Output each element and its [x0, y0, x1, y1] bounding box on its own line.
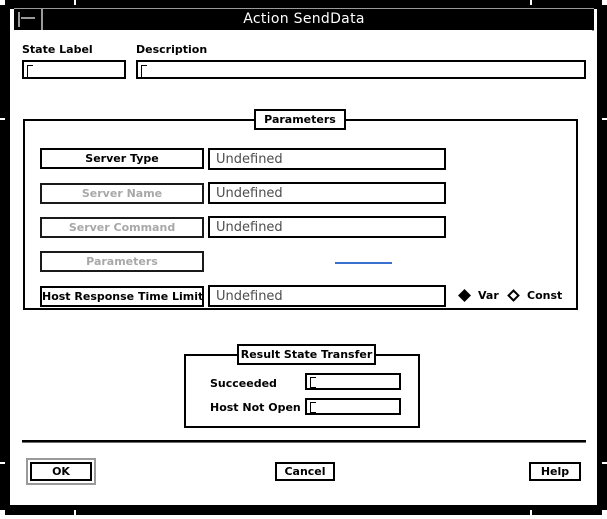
result-row-caret-succeeded [310, 377, 316, 388]
param-label-host-response-time-limit: Host Response Time Limit [42, 290, 204, 303]
window-frame-bottom[interactable] [4, 505, 603, 515]
resize-corner-br[interactable] [602, 510, 607, 515]
window-menu-icon-dash [21, 17, 35, 19]
result-state-transfer-groupbox [184, 354, 420, 428]
window-menu-icon[interactable] [18, 12, 39, 27]
param-value-input-server-command[interactable]: Undefined [208, 216, 446, 238]
resize-edge-top-left-gap[interactable] [74, 0, 76, 5]
result-row-caret-host-not-open [310, 402, 316, 413]
param-label-parameters: Parameters [86, 255, 158, 268]
titlebar-separator [41, 9, 43, 30]
resize-edge-bottom-right-gap[interactable] [530, 510, 532, 515]
window-menu-icon-edge [18, 12, 20, 27]
param-value-input-host-response-time-limit[interactable]: Undefined [208, 285, 446, 307]
param-value-server-name: Undefined [216, 186, 283, 201]
state-label-caption: State Label [22, 43, 93, 56]
result-row-label-succeeded: Succeeded [210, 377, 277, 390]
resize-corner-tl[interactable] [0, 0, 5, 5]
result-state-transfer-group-title: Result State Transfer [237, 344, 376, 365]
resize-edge-right-gap[interactable] [602, 118, 607, 120]
radio-var-label[interactable]: Var [478, 289, 499, 302]
resize-corner-tr[interactable] [602, 0, 607, 5]
param-label-server-command: Server Command [68, 221, 176, 234]
param-label-server-name: Server Name [81, 187, 163, 200]
description-input[interactable] [136, 60, 586, 79]
resize-edge-bottom-left-gap[interactable] [74, 510, 76, 515]
result-row-input-succeeded[interactable] [305, 373, 401, 390]
window-title: Action SendData [243, 11, 365, 27]
ok-button[interactable]: OK [30, 462, 92, 481]
window-frame-left[interactable] [0, 4, 10, 511]
resize-edge-right-gap-2[interactable] [602, 462, 607, 464]
resize-edge-left-gap[interactable] [0, 118, 5, 120]
param-value-server-command: Undefined [216, 220, 283, 235]
param-button-parameters[interactable]: Parameters [40, 251, 204, 272]
param-button-server-type[interactable]: Server Type [40, 148, 204, 169]
param-value-input-server-name[interactable]: Undefined [208, 182, 446, 204]
resize-edge-top-right-gap[interactable] [530, 0, 532, 5]
description-caption: Description [136, 43, 208, 56]
cancel-button[interactable]: Cancel [275, 462, 335, 481]
state-label-caret [27, 65, 33, 78]
param-value-host-response-time-limit: Undefined [216, 289, 283, 304]
button-area-separator [22, 440, 586, 443]
title-bar[interactable]: Action SendData [14, 9, 594, 30]
window-frame-right[interactable] [597, 4, 607, 511]
param-value-server-type: Undefined [216, 152, 283, 167]
description-caret [141, 65, 147, 78]
resize-edge-left-gap-2[interactable] [0, 462, 5, 464]
help-button[interactable]: Help [529, 462, 581, 481]
parameters-group-title: Parameters [254, 109, 346, 130]
render-artifact [335, 262, 392, 264]
param-button-server-command[interactable]: Server Command [40, 217, 204, 238]
param-value-input-server-type[interactable]: Undefined [208, 148, 446, 170]
param-button-server-name[interactable]: Server Name [40, 183, 204, 204]
state-label-input[interactable] [22, 60, 126, 79]
param-button-host-response-time-limit[interactable]: Host Response Time Limit [40, 286, 204, 307]
param-label-server-type: Server Type [85, 152, 159, 165]
dialog-window: Action SendData State Label Description … [0, 0, 607, 519]
result-row-label-host-not-open: Host Not Open [210, 401, 301, 414]
resize-corner-bl[interactable] [0, 510, 5, 515]
result-row-input-host-not-open[interactable] [305, 398, 401, 415]
dialog-client-area: State Label Description Parameters Serve… [14, 31, 594, 505]
radio-const-label[interactable]: Const [527, 289, 562, 302]
